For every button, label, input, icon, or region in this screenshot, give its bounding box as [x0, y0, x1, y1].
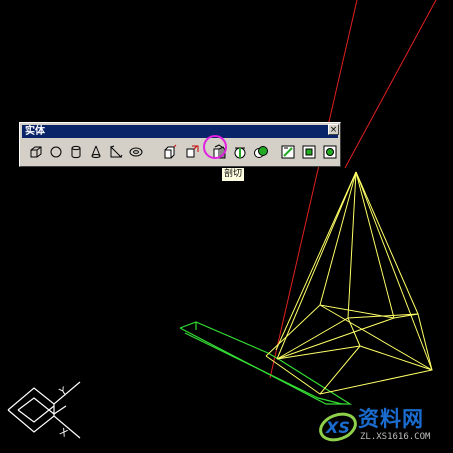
yellow-pyramid-wireframe: [265, 171, 433, 395]
watermark-brand: 资料网: [358, 407, 424, 431]
watermark-url: ZL.XS1616.COM: [360, 432, 431, 442]
extrude-button[interactable]: [160, 141, 180, 162]
cylinder-button[interactable]: [66, 141, 86, 162]
setup-view-icon: [302, 145, 316, 158]
toolbar-title[interactable]: 实体: [22, 125, 338, 138]
cone-button[interactable]: [86, 141, 106, 162]
site-watermark: XS 资料网 ZL.XS1616.COM: [316, 403, 450, 449]
slice-highlight-ring: [203, 135, 227, 159]
wedge-button[interactable]: [106, 141, 126, 162]
extrude-icon: [164, 144, 177, 158]
slice-cut-line: [269, 0, 358, 379]
sphere-button[interactable]: [46, 141, 66, 162]
ucs-icon: Y X: [7, 381, 81, 440]
watermark-logo-text: XS: [325, 418, 350, 437]
interference-button[interactable]: [251, 141, 271, 162]
torus-button[interactable]: [126, 141, 146, 162]
watermark-logo-icon: XS: [319, 412, 357, 442]
section-button[interactable]: [230, 141, 250, 162]
setup-drawing-icon: [281, 145, 295, 158]
section-icon: [234, 147, 246, 158]
setup-profile-button[interactable]: [320, 141, 340, 162]
solids-toolbar[interactable]: 实体 ×: [19, 122, 341, 167]
cone-icon: [91, 145, 101, 158]
box-icon: [30, 146, 42, 157]
setup-profile-icon: [323, 145, 337, 158]
revolve-icon: [186, 145, 199, 157]
slice-tooltip: 剖切: [221, 167, 246, 182]
toolbar-close-button[interactable]: ×: [328, 124, 339, 135]
setup-drawing-button[interactable]: [278, 141, 298, 162]
box-button[interactable]: [26, 141, 46, 162]
sphere-icon: [50, 146, 62, 157]
slice-cut-line: [344, 0, 437, 169]
green-wireframe-slab: [179, 321, 353, 405]
wedge-icon: [110, 145, 123, 157]
interference-icon: [254, 145, 268, 158]
revolve-button[interactable]: [182, 141, 202, 162]
setup-view-button[interactable]: [299, 141, 319, 162]
cylinder-icon: [71, 145, 81, 158]
ucs-x-label: X: [58, 427, 70, 440]
torus-icon: [129, 147, 143, 156]
toolbar-button-row: [24, 141, 337, 163]
